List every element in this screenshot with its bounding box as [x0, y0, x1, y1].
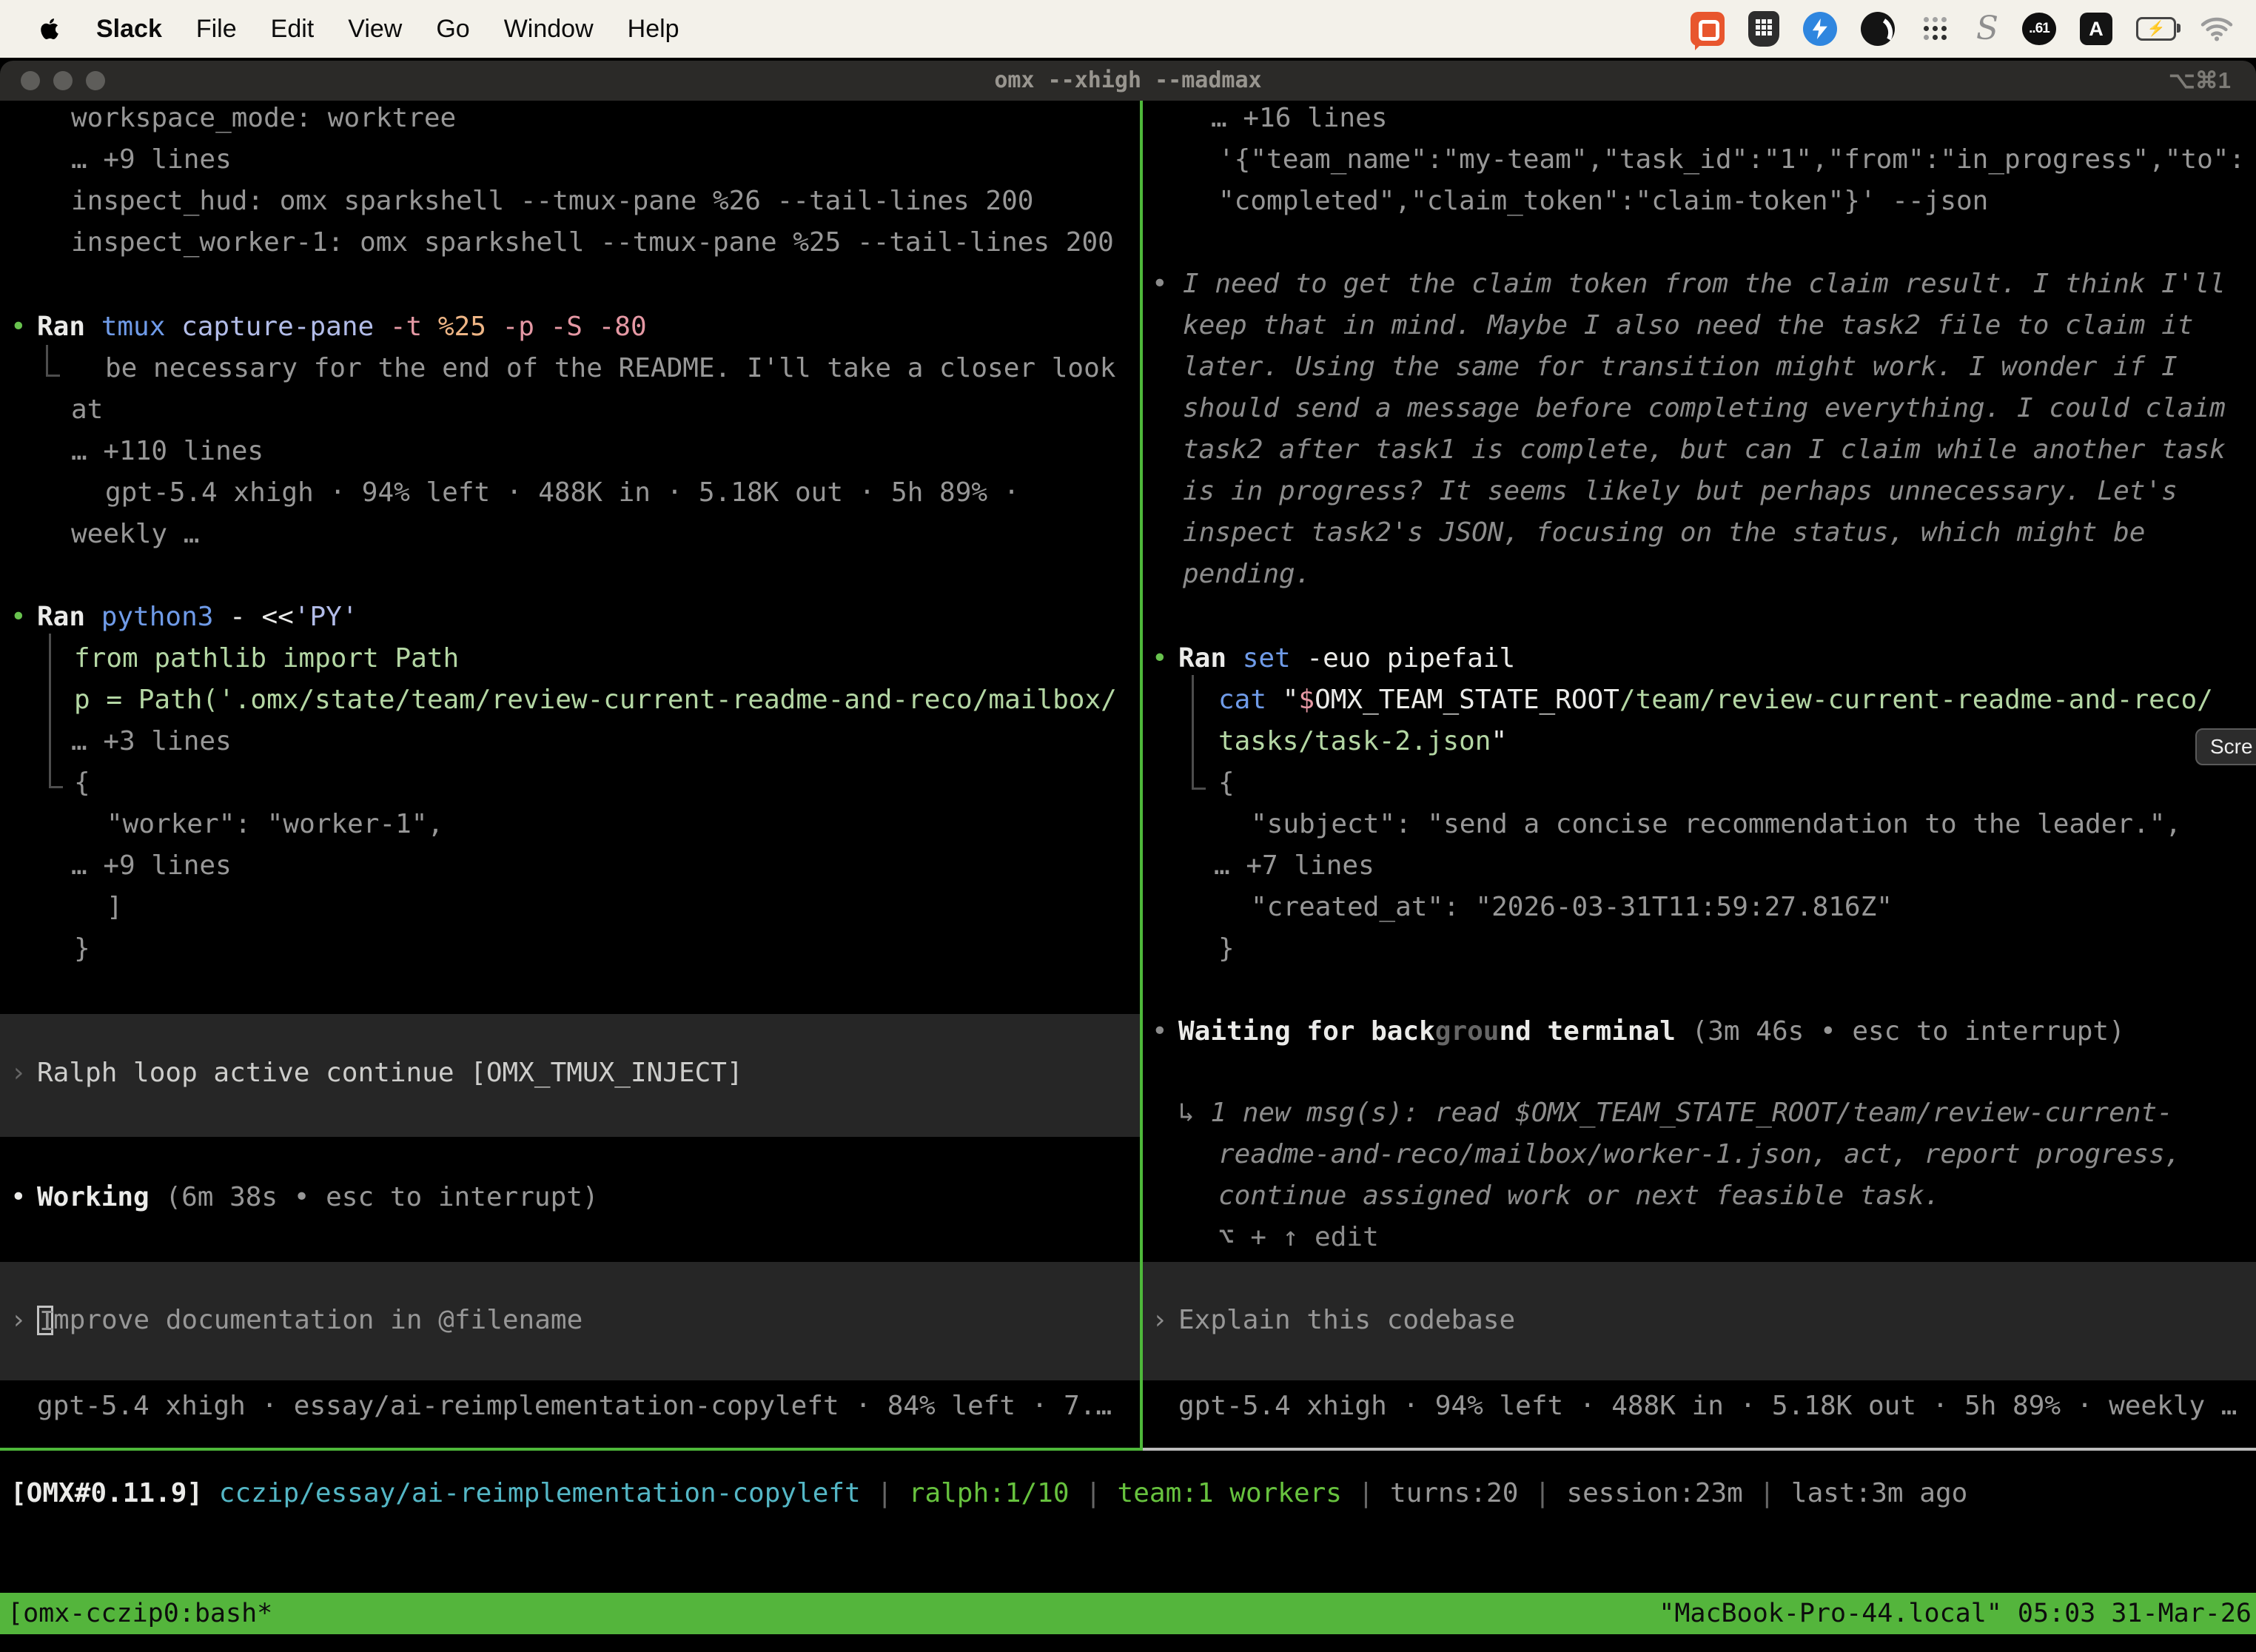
output-line: ] — [107, 891, 123, 924]
prompt-input-text[interactable]: Improve documentation in @filename — [37, 1304, 583, 1337]
pane-border-bottom-left — [0, 1448, 1143, 1451]
menu-view[interactable]: View — [348, 15, 402, 44]
menu-edit[interactable]: Edit — [271, 15, 315, 44]
reasoning-line: task2 after task1 is complete, but can I… — [1183, 434, 2226, 466]
sync-bolt-badge-icon[interactable] — [1803, 12, 1837, 46]
output-line: … +110 lines — [71, 435, 263, 468]
output-connector — [49, 634, 63, 788]
output-line: } — [74, 933, 90, 965]
privacy-shield-icon[interactable] — [1748, 11, 1779, 47]
left-terminal-pane[interactable]: workspace_mode: worktree … +9 lines inspec… — [0, 101, 1140, 1448]
charging-bolt-icon: ⚡ — [2147, 21, 2166, 36]
tmux-status-bar: [omx-cczip0:bash* "MacBook-Pro-44.local"… — [0, 1593, 2256, 1634]
usage-status-line: gpt-5.4 xhigh · essay/ai-reimplementatio… — [37, 1390, 1112, 1423]
output-line: '{"team_name":"my-team","task_id":"1","f… — [1218, 144, 2245, 176]
usage-count-badge[interactable]: ..61 — [2022, 13, 2056, 45]
output-line: } — [1218, 933, 1235, 965]
mailbox-hint-line: ↳ 1 new msg(s): read $OMX_TEAM_STATE_ROO… — [1178, 1097, 2173, 1129]
pane-divider[interactable] — [1140, 101, 1143, 1448]
wifi-icon[interactable] — [2200, 16, 2234, 42]
output-line: be necessary for the end of the README. … — [105, 352, 1115, 385]
right-terminal-pane[interactable]: … +16 lines '{"team_name":"my-team","task… — [1143, 101, 2256, 1448]
app-grid-icon[interactable] — [1918, 12, 1953, 46]
output-line: … +7 lines — [1214, 850, 1374, 882]
code-line: tasks/task-2.json" — [1218, 725, 1507, 758]
prompt-chevron: › — [1152, 1304, 1168, 1337]
command-line: Ran set -euo pipefail — [1178, 642, 1515, 675]
output-line: at — [71, 394, 103, 426]
screen-share-tooltip: Scre — [2195, 728, 2256, 765]
output-connector — [46, 345, 60, 377]
working-status-line: Working (6m 38s • esc to interrupt) — [37, 1181, 599, 1214]
mailbox-hint-line: readme-and-reco/mailbox/worker-1.json, a… — [1218, 1138, 2181, 1171]
code-line: cat "$OMX_TEAM_STATE_ROOT/team/review-cu… — [1218, 684, 2213, 716]
edit-hint-line: ⌥ + ↑ edit — [1218, 1221, 1379, 1254]
command-bullet: • — [1152, 642, 1168, 675]
reasoning-line: inspect task2's JSON, focusing on the st… — [1183, 517, 2145, 549]
reasoning-line: is in progress? It seems likely but perh… — [1183, 475, 2178, 508]
usage-status-line: gpt-5.4 xhigh · 94% left · 488K in · 5.1… — [1178, 1390, 2237, 1423]
command-line: Ran python3 - <<'PY' — [37, 601, 358, 634]
output-line: inspect_hud: omx sparkshell --tmux-pane … — [71, 185, 1033, 218]
reasoning-line: should send a message before completing … — [1183, 392, 2226, 425]
reasoning-line: later. Using the same for transition mig… — [1183, 351, 2178, 383]
reasoning-line: I need to get the claim token from the c… — [1183, 268, 2226, 300]
reasoning-line: pending. — [1183, 558, 1311, 591]
reasoning-bullet: • — [1152, 268, 1168, 300]
output-connector — [1192, 675, 1206, 790]
output-line: gpt-5.4 xhigh · 94% left · 488K in · 5.1… — [105, 477, 1019, 509]
reasoning-line: keep that in mind. Maybe I also need the… — [1183, 309, 2193, 342]
loop-status-line: Ralph loop active continue [OMX_TMUX_INJ… — [37, 1057, 743, 1089]
tmux-session-label: [omx-cczip0:bash* — [7, 1593, 272, 1634]
prompt-chevron: › — [10, 1304, 27, 1337]
screen: Slack FileEditViewGoWindowHelp S ..61 A … — [0, 0, 2256, 1652]
menu-bar: Slack FileEditViewGoWindowHelp S ..61 A … — [0, 0, 2256, 58]
tmux-host-clock: "MacBook-Pro-44.local" 05:03 31-Mar-26 — [1659, 1593, 2252, 1634]
menu-go[interactable]: Go — [436, 15, 469, 44]
battery-icon[interactable]: ⚡ — [2136, 17, 2176, 41]
pane-border-bottom-right — [1143, 1448, 2256, 1451]
apple-menu-icon[interactable] — [40, 16, 62, 42]
slack-notification-icon[interactable] — [1691, 12, 1725, 46]
output-line: "worker": "worker-1", — [107, 808, 443, 841]
menu-help[interactable]: Help — [628, 15, 679, 44]
mailbox-hint-line: continue assigned work or next feasible … — [1218, 1180, 1940, 1212]
omx-status-line: [OMX#0.11.9] cczip/essay/ai-reimplementa… — [10, 1477, 1967, 1510]
code-line: from pathlib import Path — [74, 642, 459, 675]
output-line: … +3 lines — [71, 725, 232, 758]
output-line: "created_at": "2026-03-31T11:59:27.816Z" — [1251, 891, 1893, 924]
output-line: inspect_worker-1: omx sparkshell --tmux-… — [71, 226, 1114, 259]
command-line: Ran tmux capture-pane -t %25 -p -S -80 — [37, 311, 647, 343]
output-line: … +16 lines — [1211, 102, 1387, 135]
waiting-status-line: Waiting for background terminal (3m 46s … — [1178, 1015, 2125, 1048]
window-title: omx --xhigh --madmax — [0, 61, 2256, 101]
prompt-chevron: › — [10, 1057, 27, 1089]
window-shortcut-hint: ⌥⌘1 — [2169, 61, 2231, 101]
code-line: p = Path('.omx/state/team/review-current… — [74, 684, 1117, 716]
output-line: "subject": "send a concise recommendatio… — [1251, 808, 2181, 841]
output-line: … +9 lines — [71, 144, 232, 176]
waiting-bullet: • — [1152, 1015, 1168, 1048]
output-line: workspace_mode: worktree — [71, 102, 456, 135]
working-bullet: • — [10, 1181, 27, 1214]
output-line: … +9 lines — [71, 850, 232, 882]
input-source-icon[interactable]: A — [2080, 13, 2112, 45]
command-bullet: • — [10, 601, 27, 634]
output-line: weekly … — [71, 518, 199, 551]
menu-file[interactable]: File — [196, 15, 237, 44]
browser-pie-icon[interactable] — [1861, 12, 1895, 46]
output-line: { — [1218, 767, 1235, 799]
s-curve-icon[interactable]: S — [1976, 12, 1998, 46]
output-line: { — [74, 767, 90, 799]
menu-app-name[interactable]: Slack — [96, 15, 162, 44]
command-bullet: • — [10, 311, 27, 343]
window-titlebar: omx --xhigh --madmax ⌥⌘1 — [0, 61, 2256, 101]
menu-window[interactable]: Window — [504, 15, 594, 44]
prompt-input-text[interactable]: Explain this codebase — [1178, 1304, 1515, 1337]
output-line: "completed","claim_token":"claim-token"}… — [1218, 185, 1988, 218]
